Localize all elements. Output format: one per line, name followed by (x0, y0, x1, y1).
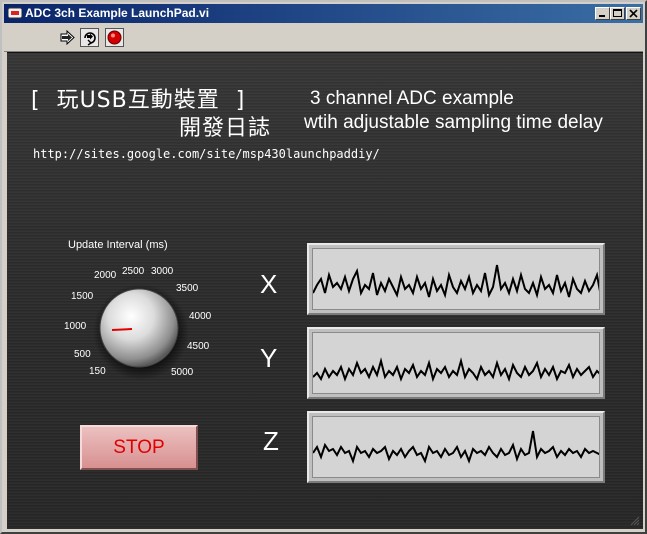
x-waveform-chart[interactable] (307, 243, 605, 315)
stop-button[interactable]: STOP (80, 425, 198, 470)
front-panel: [ 玩USB互動裝置 ] 開發日誌 3 channel ADC example … (7, 52, 643, 529)
y-waveform-chart[interactable] (307, 327, 605, 399)
x-plot-area (312, 248, 600, 310)
y-waveform-trace (313, 357, 599, 383)
en-title-line1: 3 channel ADC example (310, 88, 514, 109)
run-continuously-icon (80, 28, 99, 47)
maximize-button[interactable] (610, 7, 625, 20)
resize-grip-icon[interactable] (630, 516, 640, 526)
close-button[interactable] (626, 7, 641, 20)
title-bar[interactable]: ADC 3ch Example LaunchPad.vi (4, 4, 643, 23)
toolbar (4, 24, 643, 52)
maximize-icon (613, 9, 622, 17)
x-chart-label: X (260, 269, 278, 299)
z-chart-label: Z (263, 426, 279, 456)
minimize-button[interactable] (595, 7, 610, 20)
minimize-icon (599, 15, 605, 17)
close-icon (629, 9, 638, 18)
zh-title-line2: 開發日誌 (179, 116, 272, 141)
knob-indicator (111, 328, 133, 331)
knob-label: Update Interval (ms) (68, 239, 168, 251)
labview-vi-icon (8, 7, 22, 19)
site-url: http://sites.google.com/site/msp430launc… (33, 147, 380, 161)
knob-tick-1000: 1000 (64, 321, 87, 332)
z-plot-area (312, 416, 600, 478)
x-waveform-trace (313, 264, 599, 299)
z-waveform-trace (313, 430, 599, 465)
knob-tick-2500: 2500 (122, 266, 145, 277)
run-continuously-button[interactable] (80, 28, 99, 47)
knob-tick-3000: 3000 (151, 266, 174, 277)
run-arrow-icon (60, 29, 75, 46)
en-title-line2: wtih adjustable sampling time delay (304, 112, 603, 133)
y-plot-area (312, 332, 600, 394)
update-interval-knob[interactable] (89, 280, 193, 384)
vi-window: ADC 3ch Example LaunchPad.vi [玩USB互動裝置 … (0, 0, 647, 534)
y-chart-label: Y (260, 343, 278, 373)
abort-button[interactable] (105, 28, 124, 47)
abort-icon (105, 28, 124, 47)
z-waveform-chart[interactable] (307, 411, 605, 483)
window-title: ADC 3ch Example LaunchPad.vi (25, 6, 210, 20)
run-button[interactable] (58, 28, 77, 47)
knob-face (99, 288, 179, 368)
